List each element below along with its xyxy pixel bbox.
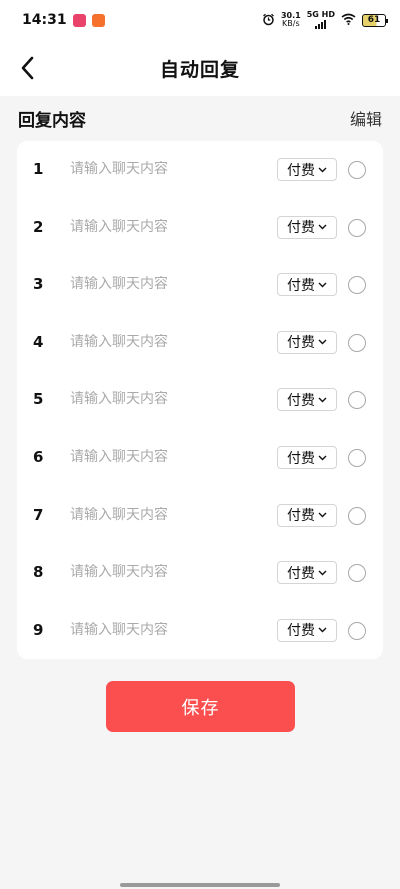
row-number: 9 (33, 620, 44, 639)
radio-unchecked-icon[interactable] (348, 333, 366, 352)
network-speed: 30.1 KB/s (281, 12, 301, 28)
edit-button[interactable]: 编辑 (350, 106, 382, 130)
chat-content-input[interactable] (61, 621, 271, 638)
reply-row: 5 付费 (17, 379, 383, 419)
fee-label: 付费 (287, 508, 315, 525)
fee-label: 付费 (287, 162, 315, 179)
fee-label: 付费 (287, 392, 315, 409)
fee-label: 付费 (287, 220, 315, 237)
nav-bar: 自动回复 (0, 40, 400, 96)
radio-unchecked-icon[interactable] (348, 391, 366, 410)
chevron-down-icon (318, 627, 327, 633)
chat-content-input[interactable] (61, 564, 271, 581)
radio-unchecked-icon[interactable] (348, 449, 366, 467)
wifi-icon (341, 13, 356, 27)
fee-dropdown[interactable]: 付费 (277, 503, 337, 527)
fee-dropdown[interactable]: 付费 (277, 388, 337, 412)
fee-dropdown[interactable]: 付费 (277, 330, 337, 354)
app-notification-icon (91, 13, 105, 27)
chevron-down-icon (318, 167, 327, 172)
chevron-down-icon (318, 282, 327, 288)
chevron-down-icon (318, 397, 327, 403)
radio-unchecked-icon[interactable] (348, 161, 366, 179)
battery-level: 61 (367, 15, 381, 25)
fee-dropdown[interactable]: 付费 (277, 215, 337, 239)
row-number: 5 (33, 390, 44, 409)
radio-unchecked-icon[interactable] (348, 564, 366, 583)
chat-content-input[interactable] (61, 506, 271, 523)
row-number: 7 (33, 505, 44, 524)
chat-content-input[interactable] (61, 449, 271, 465)
row-number: 6 (33, 448, 44, 466)
cellular-indicator: 5G HD (307, 11, 335, 29)
radio-unchecked-icon[interactable] (348, 276, 366, 295)
reply-row: 7 付费 (17, 495, 383, 535)
save-button[interactable]: 保存 (106, 681, 295, 732)
fee-dropdown[interactable]: 付费 (277, 273, 337, 297)
status-bar: 14:31 30.1 KB/s 5G HD 61 (0, 0, 400, 40)
status-time: 14:31 (22, 12, 67, 28)
fee-dropdown[interactable]: 付费 (277, 618, 337, 642)
fee-label: 付费 (287, 335, 315, 352)
chevron-down-icon (318, 455, 327, 460)
chat-content-input[interactable] (61, 276, 271, 293)
app-notification-icon (72, 13, 86, 27)
status-left: 14:31 (22, 12, 105, 28)
reply-row: 3 付费 (17, 264, 383, 304)
home-indicator[interactable] (120, 883, 280, 887)
battery-icon: 61 (362, 13, 388, 27)
back-button[interactable] (14, 54, 42, 82)
reply-row: 9 付费 (17, 610, 383, 650)
status-right: 30.1 KB/s 5G HD 61 (262, 11, 388, 29)
signal-icon (315, 19, 327, 29)
reply-row: 4 付费 (17, 322, 383, 362)
fee-label: 付费 (287, 565, 315, 582)
fee-dropdown[interactable]: 付费 (277, 158, 337, 181)
fee-label: 付费 (287, 623, 315, 640)
chevron-down-icon (318, 570, 327, 576)
chevron-down-icon (318, 339, 327, 345)
radio-unchecked-icon[interactable] (348, 506, 366, 525)
section-title: 回复内容 (18, 110, 86, 131)
chat-content-input[interactable] (61, 333, 271, 350)
fee-label: 付费 (287, 277, 315, 294)
speed-unit: KB/s (282, 19, 300, 28)
fee-dropdown[interactable]: 付费 (277, 446, 337, 469)
row-number: 4 (33, 332, 44, 351)
fee-label: 付费 (287, 450, 315, 467)
chevron-down-icon (318, 512, 327, 518)
chevron-down-icon (318, 224, 327, 230)
reply-row: 2 付费 (17, 207, 383, 247)
row-number: 3 (33, 275, 44, 294)
radio-unchecked-icon[interactable] (348, 621, 366, 640)
chevron-left-icon (21, 56, 34, 80)
fee-dropdown[interactable]: 付费 (277, 561, 337, 585)
chat-content-input[interactable] (61, 391, 271, 408)
reply-row: 6 付费 (17, 437, 383, 477)
chat-content-input[interactable] (61, 218, 271, 235)
row-number: 1 (33, 160, 44, 178)
network-label: 5G HD (306, 10, 335, 19)
page-title: 自动回复 (159, 58, 240, 81)
alarm-icon (262, 13, 275, 28)
section-header: 回复内容 编辑 (0, 96, 400, 140)
row-number: 2 (33, 217, 44, 236)
reply-list-card: 1 付费 2 付费 3 付费 4 付费 5 付费 6 付费 7 付费 8 付费 9 付费 (17, 141, 383, 659)
row-number: 8 (33, 563, 44, 582)
radio-unchecked-icon[interactable] (348, 218, 366, 237)
reply-row: 1 付费 (17, 149, 383, 189)
chat-content-input[interactable] (61, 161, 271, 177)
reply-row: 8 付费 (17, 552, 383, 592)
